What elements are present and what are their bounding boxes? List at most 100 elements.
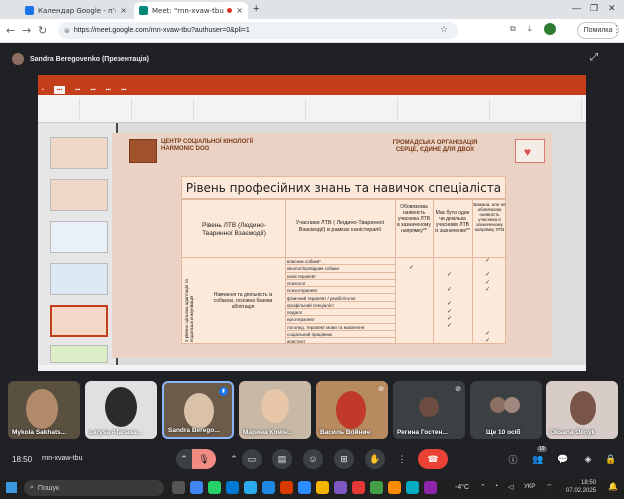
- table-row: педагог: [285, 309, 395, 317]
- whatsapp-icon[interactable]: [208, 481, 221, 494]
- downloads-icon[interactable]: ⤓: [528, 24, 532, 34]
- ribbon-tab: ▪▪▪: [121, 87, 127, 93]
- slide-thumbnail[interactable]: [50, 263, 108, 295]
- close-tab-icon[interactable]: ×: [120, 6, 127, 15]
- level-description: Навчання та діяльність із собакою, основ…: [213, 292, 273, 310]
- present-button[interactable]: ⊞: [334, 449, 354, 469]
- profile-avatar[interactable]: [544, 23, 556, 35]
- clock-time: 18:50: [581, 480, 597, 486]
- activities-icon[interactable]: ◈: [578, 449, 598, 469]
- participant-tile-active-speaker[interactable]: ▮ Sandra Berego...: [162, 381, 234, 439]
- slide-thumbnail[interactable]: [50, 137, 108, 169]
- start-button[interactable]: [6, 482, 17, 493]
- ribbon-tab-active: ▪▪▪: [53, 86, 66, 94]
- language-indicator[interactable]: УКР: [524, 484, 535, 490]
- mic-toggle-button[interactable]: 🎙: [192, 449, 216, 469]
- check-mark: ✓: [447, 316, 453, 322]
- taskbar-clock[interactable]: 18:50 07.02.2025: [566, 479, 596, 495]
- participant-tile[interactable]: ⊘ Василь Войнич: [316, 381, 388, 439]
- chrome-icon[interactable]: [190, 481, 203, 494]
- ribbon-tab: ▪▪▪: [105, 87, 112, 93]
- meeting-info-icon[interactable]: ⓘ: [503, 449, 523, 469]
- camera-toggle-button[interactable]: ▭: [242, 449, 262, 469]
- site-info-icon[interactable]: ⊜: [64, 27, 70, 35]
- app-icon[interactable]: [370, 481, 383, 494]
- url-input[interactable]: ⊜ https://meet.google.com/rnn-xvaw-tbu?a…: [58, 22, 458, 39]
- more-options-icon[interactable]: ⋮: [392, 449, 412, 469]
- header-participants: Учасники ЛТВ ( Людино-Тваринної Взаємоді…: [295, 220, 385, 233]
- slide-thumbnail-selected[interactable]: [50, 305, 108, 337]
- reload-icon[interactable]: ↻: [38, 24, 47, 37]
- menu-dots-icon[interactable]: ⋮: [612, 24, 621, 35]
- wifi-icon[interactable]: ⌔: [546, 483, 553, 492]
- close-tab-icon[interactable]: ×: [236, 6, 243, 15]
- slide-thumbnail[interactable]: [50, 345, 108, 363]
- app-icon[interactable]: [262, 481, 275, 494]
- presenter-bar: Sandra Beregovenko (Презентація): [0, 47, 624, 71]
- participant-tile[interactable]: Oksana Olinyk: [546, 381, 618, 439]
- zoom-icon[interactable]: [298, 481, 311, 494]
- participant-name: Larysa Afanase...: [89, 429, 143, 436]
- participant-tile[interactable]: Марина Комін...: [239, 381, 311, 439]
- bookmark-star-icon[interactable]: ☆: [440, 24, 448, 35]
- more-participants-tile[interactable]: Ще 10 осіб: [470, 381, 542, 439]
- volume-icon[interactable]: ◁: [508, 483, 513, 491]
- tab-google-calendar[interactable]: Календар Google - пʼятниця, 7 ×: [20, 2, 132, 19]
- taskbar-search[interactable]: ⌕ Пошук: [24, 480, 164, 496]
- meeting-clock: 18:50: [12, 455, 33, 464]
- participant-video: [105, 387, 137, 427]
- emoji-button[interactable]: ☺: [303, 449, 323, 469]
- captions-button[interactable]: ▤: [272, 449, 292, 469]
- participant-tile[interactable]: Larysa Afanase...: [85, 381, 157, 439]
- participant-tile[interactable]: ⊘ Регина Гостен...: [393, 381, 465, 439]
- org-left-line: HARMONIC DOG: [161, 146, 210, 152]
- back-icon[interactable]: ←: [6, 24, 15, 37]
- app-icon[interactable]: [406, 481, 419, 494]
- explorer-icon[interactable]: [316, 481, 329, 494]
- table-row: соціальний працівник: [285, 331, 395, 339]
- slide-thumbnails-pane: [38, 123, 116, 365]
- org-left-line: ЦЕНТР СОЦІАЛЬНОЇ КІНОЛОГІЇ: [161, 139, 253, 145]
- minimize-icon[interactable]: —: [572, 3, 581, 13]
- leave-call-button[interactable]: ☎: [418, 449, 448, 469]
- participant-video: [26, 389, 58, 429]
- fullscreen-icon[interactable]: ⤢: [590, 52, 598, 63]
- notifications-icon[interactable]: 🔔: [608, 482, 618, 491]
- app-icon[interactable]: [424, 481, 437, 494]
- meet-favicon-icon: [139, 6, 148, 15]
- tab-title: Календар Google - пʼятниця, 7: [38, 6, 116, 15]
- table-row: логопед, терапевт мови та мовлення: [285, 324, 395, 331]
- slide-thumbnail[interactable]: [50, 179, 108, 211]
- edge-icon[interactable]: [226, 481, 239, 494]
- check-mark: ✓: [485, 280, 491, 286]
- tray-chevron-icon[interactable]: ⌃: [480, 483, 486, 491]
- network-icon[interactable]: ◔: [494, 483, 498, 490]
- raise-hand-button[interactable]: ✋: [365, 449, 385, 469]
- powerpoint-icon[interactable]: [280, 481, 293, 494]
- chat-icon[interactable]: 💬: [553, 449, 573, 469]
- participant-tile[interactable]: Mykola Sakhats...: [8, 381, 80, 439]
- host-controls-icon[interactable]: 🔒: [601, 449, 621, 469]
- mic-options-chevron-icon[interactable]: ⌃: [176, 449, 192, 469]
- extensions-icon[interactable]: ⧉: [510, 24, 516, 34]
- participant-name: Oksana Olinyk: [550, 429, 596, 436]
- new-tab-button[interactable]: +: [253, 3, 259, 15]
- camera-options-chevron-icon[interactable]: ⌃: [226, 449, 242, 469]
- weather-widget[interactable]: -4°C: [455, 484, 469, 491]
- check-mark: ✓: [485, 331, 491, 337]
- app-icon[interactable]: [352, 481, 365, 494]
- slide-thumbnail[interactable]: [50, 221, 108, 253]
- ribbon-tab: ▪: [42, 87, 44, 93]
- people-icon[interactable]: 👥: [528, 449, 548, 469]
- org-left-name: ЦЕНТР СОЦІАЛЬНОЇ КІНОЛОГІЇ HARMONIC DOG: [161, 139, 253, 153]
- table-row: асистент: [287, 339, 306, 345]
- tab-meet[interactable]: Meet: "rnn-xvaw-tbu" ×: [134, 2, 248, 19]
- close-window-icon[interactable]: ✕: [608, 3, 616, 14]
- telegram-icon[interactable]: [244, 481, 257, 494]
- maximize-icon[interactable]: ❐: [590, 3, 598, 14]
- app-icon[interactable]: [334, 481, 347, 494]
- check-mark: ✓: [485, 272, 491, 278]
- forward-icon[interactable]: →: [22, 24, 31, 37]
- app-icon[interactable]: [388, 481, 401, 494]
- task-view-icon[interactable]: [172, 481, 185, 494]
